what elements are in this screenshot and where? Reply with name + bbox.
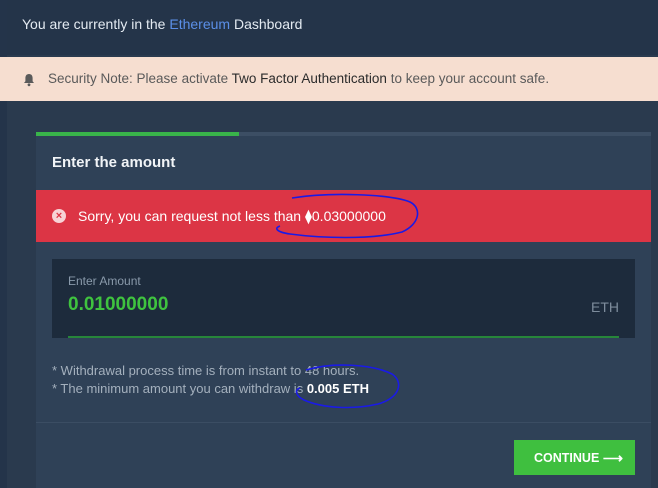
security-note: Security Note: Please activate Two Facto… (0, 57, 658, 101)
note-minimum-amount: * The minimum amount you can withdraw is… (52, 380, 369, 398)
header-suffix: Dashboard (233, 16, 303, 32)
security-note-prefix: Security Note: Please activate (48, 71, 229, 86)
withdraw-card: Enter the amount × Sorry, you can reques… (36, 132, 651, 488)
error-alert: × Sorry, you can request not less than ⧫… (36, 190, 651, 242)
continue-label: CONTINUE (534, 450, 600, 465)
network-link[interactable]: Ethereum (169, 16, 230, 32)
dashboard-header: You are currently in the Ethereum Dashbo… (7, 0, 658, 55)
amount-field-underline (68, 336, 619, 338)
withdraw-notes: * Withdrawal process time is from instan… (52, 362, 369, 398)
bell-icon (24, 74, 34, 87)
amount-value[interactable]: 0.01000000 (68, 294, 168, 316)
arrow-right-icon: ⟶ (602, 450, 623, 466)
amount-unit: ETH (591, 299, 619, 315)
note-minimum-value: 0.005 ETH (306, 381, 369, 396)
security-note-suffix: to keep your account safe. (390, 71, 550, 86)
note-minimum-prefix: * The minimum amount you can withdraw is (52, 381, 304, 396)
close-circle-icon[interactable]: × (52, 209, 66, 223)
header-prefix: You are currently in the (22, 16, 166, 32)
card-divider (36, 422, 651, 423)
step-progress-fill (36, 132, 239, 136)
step-progress-bar (36, 132, 651, 136)
amount-input-field[interactable]: Enter Amount 0.01000000 ETH (52, 259, 635, 338)
two-factor-link[interactable]: Two Factor Authentication (232, 71, 387, 86)
continue-button[interactable]: CONTINUE ⟶ (514, 440, 635, 475)
note-processing-time: * Withdrawal process time is from instan… (52, 363, 360, 378)
error-message: Sorry, you can request not less than ⧫0.… (78, 208, 386, 224)
amount-label: Enter Amount (68, 274, 141, 288)
card-title: Enter the amount (52, 154, 176, 171)
